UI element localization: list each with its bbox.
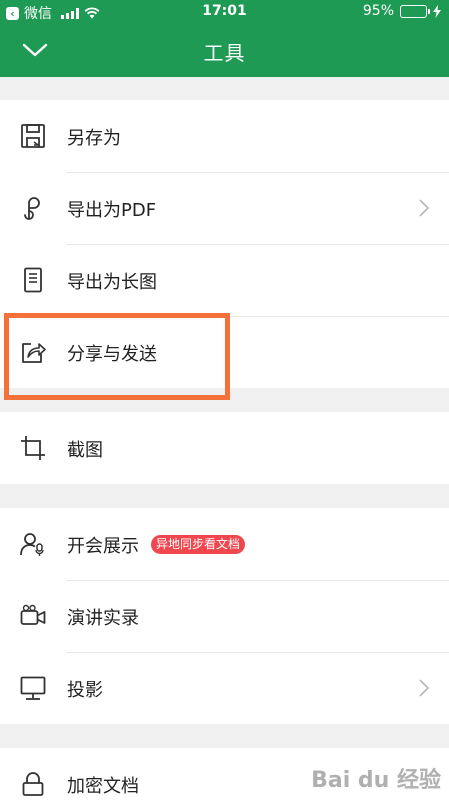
- menu-item-label: 导出为长图: [67, 272, 157, 293]
- menu-item-export-pdf[interactable]: 导出为PDF: [0, 172, 449, 244]
- video-record-icon: [20, 604, 46, 625]
- menu-group-capture: 截图: [0, 412, 449, 484]
- battery-icon: [400, 4, 430, 18]
- charging-icon: [433, 4, 441, 18]
- menu-item-label: 导出为PDF: [67, 200, 157, 221]
- battery-percent: 95%: [362, 3, 394, 19]
- chevron-right-icon: [419, 199, 429, 217]
- menu-item-save-as[interactable]: 另存为: [0, 100, 449, 172]
- menu-item-label: 投影: [67, 680, 103, 701]
- feature-badge: 异地同步看文档: [151, 535, 246, 554]
- status-bar: ‹ 微信 17:01 95%: [0, 0, 449, 25]
- lock-icon: [22, 772, 44, 796]
- menu-item-screenshot[interactable]: 截图: [0, 412, 449, 484]
- menu-item-share-send[interactable]: 分享与发送: [0, 316, 449, 388]
- presenter-icon: [20, 533, 44, 556]
- menu-group-file: 另存为 导出为PDF 导出为长图 分享与发送: [0, 100, 449, 388]
- share-icon: [22, 343, 46, 363]
- watermark-logo: Bai du 经验: [311, 768, 441, 793]
- menu-item-export-long-image[interactable]: 导出为长图: [0, 244, 449, 316]
- status-right: 95%: [363, 3, 441, 19]
- menu-item-label: 另存为: [67, 128, 121, 149]
- page-title: 工具: [203, 41, 246, 65]
- menu-group-present: 开会展示 异地同步看文档 演讲实录 投影: [0, 508, 449, 724]
- crop-icon: [21, 436, 45, 460]
- menu-item-label: 开会展示: [67, 536, 139, 557]
- menu-item-label: 加密文档: [67, 776, 139, 797]
- menu-item-speech-record[interactable]: 演讲实录: [0, 580, 449, 652]
- chevron-right-icon: [419, 679, 429, 697]
- menu-item-meeting-present[interactable]: 开会展示 异地同步看文档: [0, 508, 449, 580]
- menu-item-label: 截图: [67, 440, 103, 461]
- nav-bar: 工具: [0, 25, 449, 77]
- menu-item-label: 演讲实录: [67, 608, 139, 629]
- save-icon: [21, 124, 45, 148]
- menu-item-projection[interactable]: 投影: [0, 652, 449, 724]
- long-image-icon: [24, 267, 42, 293]
- menu-item-label: 分享与发送: [67, 344, 157, 365]
- projector-icon: [20, 676, 46, 700]
- pdf-export-icon: [24, 197, 40, 220]
